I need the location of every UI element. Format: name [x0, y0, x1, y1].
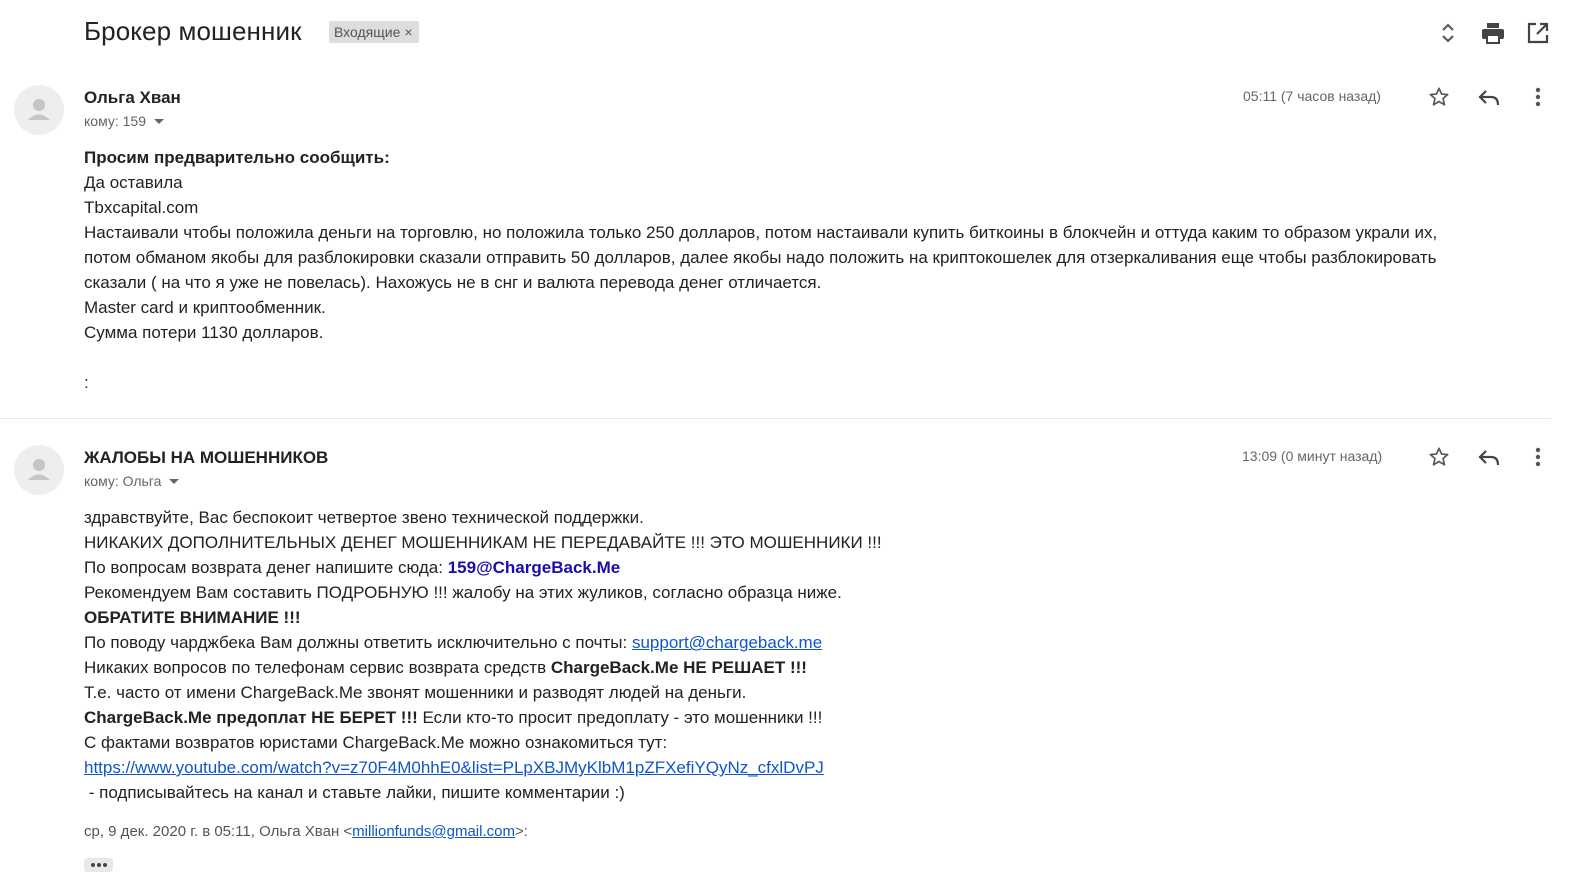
body-line: Никаких вопросов по телефонам сервис воз… — [84, 655, 1554, 680]
chargeback-email-link[interactable]: 159@ChargeBack.Me — [448, 558, 621, 577]
label-text: Входящие — [334, 24, 401, 40]
recipient-line: кому: 159 — [84, 113, 164, 129]
star-icon[interactable] — [1424, 442, 1454, 472]
body-line: Tbxcapital.com — [84, 198, 199, 217]
dot-icon — [102, 863, 107, 867]
more-options-icon[interactable] — [1523, 82, 1553, 112]
show-details-caret-icon[interactable] — [169, 478, 180, 484]
print-icon[interactable] — [1478, 18, 1508, 48]
star-icon[interactable] — [1424, 82, 1454, 112]
support-email-link[interactable]: support@chargeback.me — [632, 633, 822, 652]
body-line: По вопросам возврата денег напишите сюда… — [84, 555, 1554, 580]
body-line: С фактами возвратов юристами ChargeBack.… — [84, 733, 668, 752]
body-line: Рекомендуем Вам составить ПОДРОБНУЮ !!! … — [84, 583, 842, 602]
sender-name[interactable]: ЖАЛОБЫ НА МОШЕННИКОВ — [84, 448, 328, 468]
remove-label-button[interactable]: × — [404, 24, 412, 40]
body-line: ОБРАТИТЕ ВНИМАНИЕ !!! — [84, 608, 301, 627]
body-line: потом обманом якобы для разблокировки ск… — [84, 248, 1437, 267]
recipient-line: кому: Ольга — [84, 473, 180, 489]
show-details-caret-icon[interactable] — [154, 118, 164, 124]
body-text: По поводу чарджбека Вам должны ответить … — [84, 633, 632, 652]
message-body: Просим предварительно сообщить: Да остав… — [84, 145, 1554, 395]
quoted-sender-email-link[interactable]: millionfunds@gmail.com — [352, 823, 515, 840]
body-line: НИКАКИХ ДОПОЛНИТЕЛЬНЫХ ДЕНЕГ МОШЕННИКАМ … — [84, 533, 882, 552]
body-line: Настаивали чтобы положила деньги на торг… — [84, 223, 1438, 242]
inbox-label-chip[interactable]: Входящие × — [329, 21, 419, 43]
avatar — [14, 445, 64, 495]
body-bold-text: ChargeBack.Me НЕ РЕШАЕТ !!! — [550, 658, 807, 677]
body-line: : — [84, 373, 89, 392]
message-divider — [0, 418, 1551, 419]
youtube-link[interactable]: https://www.youtube.com/watch?v=z70F4M0h… — [84, 758, 824, 777]
body-line: Т.е. часто от имени ChargeBack.Me звонят… — [84, 683, 747, 702]
recipient-text: кому: Ольга — [84, 473, 162, 489]
thread-subject: Брокер мошенник — [84, 16, 302, 46]
open-in-new-window-icon[interactable] — [1523, 18, 1553, 48]
body-line: https://www.youtube.com/watch?v=z70F4M0h… — [84, 755, 1554, 780]
reply-icon[interactable] — [1474, 82, 1504, 112]
expand-collapse-icon[interactable] — [1433, 18, 1463, 48]
thread-header: Брокер мошенник Входящие × — [0, 0, 1571, 66]
show-trimmed-content-button[interactable] — [84, 858, 113, 872]
quoted-header: ср, 9 дек. 2020 г. в 05:11, Ольга Хван <… — [84, 823, 528, 840]
message-timestamp: 13:09 (0 минут назад) — [1242, 448, 1383, 464]
quote-suffix: >: — [514, 823, 528, 840]
avatar — [14, 85, 64, 135]
quote-prefix: ср, 9 дек. 2020 г. в 05:11, Ольга Хван < — [84, 823, 353, 840]
body-line: Master card и криптообменник. — [84, 298, 326, 317]
body-line: Да оставила — [84, 173, 183, 192]
body-text: Никаких вопросов по телефонам сервис воз… — [84, 658, 551, 677]
body-bold-text: ChargeBack.Me предоплат НЕ БЕРЕТ !!! — [84, 708, 418, 727]
dot-icon — [90, 863, 95, 867]
message-timestamp: 05:11 (7 часов назад) — [1243, 88, 1381, 104]
body-text: Если кто-то просит предоплату - это моше… — [417, 708, 823, 727]
body-line: Сумма потери 1130 долларов. — [84, 323, 324, 342]
sender-name[interactable]: Ольга Хван — [84, 88, 181, 108]
dot-icon — [96, 863, 101, 867]
body-line: здравствуйте, Вас беспокоит четвертое зв… — [84, 508, 644, 527]
message-body: здравствуйте, Вас беспокоит четвертое зв… — [84, 505, 1554, 805]
body-line: По поводу чарджбека Вам должны ответить … — [84, 630, 1554, 655]
body-line: - подписывайтесь на канал и ставьте лайк… — [84, 783, 625, 802]
body-line: сказали ( на что я уже не повелась). Нах… — [84, 273, 822, 292]
body-text: По вопросам возврата денег напишите сюда… — [84, 558, 448, 577]
recipient-text: кому: 159 — [84, 113, 146, 129]
body-line: ChargeBack.Me предоплат НЕ БЕРЕТ !!! Есл… — [84, 705, 1554, 730]
body-line: Просим предварительно сообщить: — [84, 148, 390, 167]
more-options-icon[interactable] — [1523, 442, 1553, 472]
reply-icon[interactable] — [1474, 442, 1504, 472]
